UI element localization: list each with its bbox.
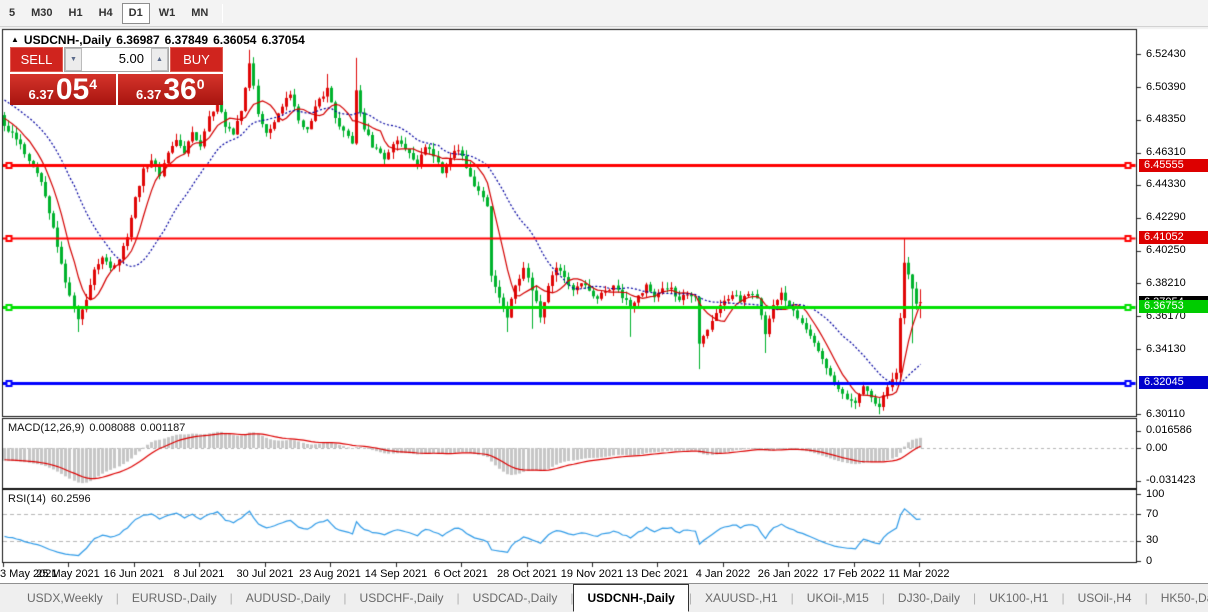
macd-name: MACD(12,26,9) bbox=[8, 422, 85, 434]
buy-price-display[interactable]: 6.37 36 0 bbox=[117, 73, 223, 106]
symbol-period-label: USDCNH-,Daily bbox=[23, 33, 112, 47]
sell-price-big-digits: 05 bbox=[55, 73, 90, 106]
sell-price-display[interactable]: 6.37 05 4 bbox=[10, 74, 116, 105]
tab-ukoil-m15[interactable]: UKOil-,M15 bbox=[794, 584, 882, 612]
date-label: 28 Oct 2021 bbox=[497, 568, 557, 580]
buy-price-pip-digit: 0 bbox=[196, 76, 205, 92]
tab-usdcnh-daily[interactable]: USDCNH-,Daily bbox=[573, 584, 689, 612]
tab-hk50-daily[interactable]: HK50-,Daily bbox=[1148, 584, 1208, 612]
volume-input[interactable]: 5.00 bbox=[82, 48, 151, 71]
price-axis-label: 6.46310 bbox=[1146, 146, 1186, 159]
tab-usdchf-daily[interactable]: USDCHF-,Daily bbox=[347, 584, 457, 612]
rsi-axis-label: 100 bbox=[1146, 487, 1165, 500]
date-label: 23 Aug 2021 bbox=[299, 568, 361, 580]
rsi-label: RSI(14) 60.2596 bbox=[8, 493, 91, 505]
macd-axis-label: -0.031423 bbox=[1146, 474, 1196, 487]
date-label: 26 Jan 2022 bbox=[757, 568, 819, 580]
date-label: 25 May 2021 bbox=[36, 568, 100, 580]
sell-price-pip-digit: 4 bbox=[89, 76, 97, 92]
date-label: 16 Jun 2021 bbox=[103, 568, 165, 580]
date-label: 4 Jan 2022 bbox=[695, 568, 751, 580]
price-axis-label: 6.42290 bbox=[1146, 211, 1186, 224]
timeframe-m30[interactable]: M30 bbox=[24, 3, 59, 24]
timeframe-w1[interactable]: W1 bbox=[152, 3, 183, 24]
tab-usoil-h4[interactable]: USOil-,H4 bbox=[1065, 584, 1145, 612]
rsi-axis-label: 30 bbox=[1146, 534, 1159, 547]
ohlc-close: 6.37054 bbox=[261, 33, 305, 47]
one-click-trading-panel: SELL ▼ 5.00 ▲ BUY 6.37 05 4 6.37 36 0 bbox=[10, 47, 223, 105]
price-axis-label: 6.40250 bbox=[1146, 244, 1186, 257]
tab-dj30-daily[interactable]: DJ30-,Daily bbox=[885, 584, 973, 612]
date-label: 8 Jul 2021 bbox=[173, 568, 225, 580]
timeframe-5[interactable]: 5 bbox=[2, 3, 22, 24]
collapse-triangle-icon: ▲ bbox=[11, 35, 19, 44]
ohlc-high: 6.37849 bbox=[164, 33, 209, 47]
tab-uk100-h1[interactable]: UK100-,H1 bbox=[976, 584, 1061, 612]
chart-title: ▲ USDCNH-,Daily 6.36987 6.37849 6.36054 6.370… bbox=[11, 33, 305, 47]
hline-price-badge: 6.41052 bbox=[1139, 231, 1208, 245]
date-label: 17 Feb 2022 bbox=[823, 568, 885, 580]
sell-price-prefix: 6.37 bbox=[28, 87, 54, 102]
tab-usdx-weekly[interactable]: USDX,Weekly bbox=[14, 584, 116, 612]
timeframe-d1[interactable]: D1 bbox=[121, 2, 150, 24]
timeframe-h1[interactable]: H1 bbox=[62, 3, 90, 24]
hline-price-badge: 6.36753 bbox=[1139, 300, 1208, 314]
price-axis-label: 6.44330 bbox=[1146, 178, 1186, 191]
volume-spinner: ▼ 5.00 ▲ bbox=[64, 47, 169, 72]
tab-audusd-daily[interactable]: AUDUSD-,Daily bbox=[233, 584, 344, 612]
macd-label: MACD(12,26,9) 0.008088 0.001187 bbox=[8, 422, 185, 434]
volume-increment-button[interactable]: ▲ bbox=[151, 48, 168, 71]
tab-xauusd-h1[interactable]: XAUUSD-,H1 bbox=[692, 584, 791, 612]
price-axis-label: 6.38210 bbox=[1146, 276, 1186, 289]
buy-button[interactable]: BUY bbox=[170, 47, 223, 72]
down-arrow-icon: ▼ bbox=[70, 56, 77, 63]
toolbar-separator bbox=[222, 3, 224, 23]
rsi-name: RSI(14) bbox=[8, 493, 46, 505]
timeframe-h4[interactable]: H4 bbox=[92, 3, 120, 24]
sell-button[interactable]: SELL bbox=[10, 47, 63, 72]
buy-price-prefix: 6.37 bbox=[136, 87, 162, 102]
macd-main-value: 0.008088 bbox=[89, 422, 136, 434]
up-arrow-icon: ▲ bbox=[156, 56, 163, 63]
macd-axis-label: 0.00 bbox=[1146, 441, 1168, 454]
ohlc-low: 6.36054 bbox=[213, 33, 257, 47]
timeframe-mn[interactable]: MN bbox=[184, 3, 215, 24]
timeframe-toolbar: 5 M30 H1 H4 D1 W1 MN bbox=[0, 0, 1208, 27]
hline-price-badge: 6.32045 bbox=[1139, 376, 1208, 390]
date-label: 19 Nov 2021 bbox=[560, 568, 624, 580]
date-label: 6 Oct 2021 bbox=[434, 568, 488, 580]
price-axis-label: 6.52430 bbox=[1146, 47, 1186, 60]
macd-signal-value: 0.001187 bbox=[140, 422, 186, 434]
rsi-axis-label: 70 bbox=[1146, 507, 1159, 520]
price-axis-label: 6.50390 bbox=[1146, 80, 1186, 93]
date-label: 30 Jul 2021 bbox=[236, 568, 294, 580]
price-axis-label: 6.30110 bbox=[1146, 407, 1185, 420]
date-label: 13 Dec 2021 bbox=[625, 568, 689, 580]
rsi-axis-label: 0 bbox=[1146, 554, 1153, 567]
buy-price-big-digits: 36 bbox=[163, 73, 197, 106]
hline-price-badge: 6.45555 bbox=[1139, 158, 1208, 172]
date-label: 14 Sep 2021 bbox=[364, 568, 428, 580]
price-axis-label: 6.48350 bbox=[1146, 113, 1186, 126]
macd-axis-label: 0.016586 bbox=[1146, 424, 1192, 437]
tab-eurusd-daily[interactable]: EURUSD-,Daily bbox=[119, 584, 230, 612]
rsi-value: 60.2596 bbox=[50, 493, 91, 505]
price-axis-label: 6.34130 bbox=[1146, 342, 1186, 355]
ohlc-open: 6.36987 bbox=[116, 33, 160, 47]
date-label: 11 Mar 2022 bbox=[888, 568, 950, 580]
volume-decrement-button[interactable]: ▼ bbox=[65, 48, 82, 71]
tab-usdcad-daily[interactable]: USDCAD-,Daily bbox=[460, 584, 571, 612]
chart-tabs: USDX,Weekly | EURUSD-,Daily | AUDUSD-,Daily |… bbox=[0, 583, 1208, 612]
